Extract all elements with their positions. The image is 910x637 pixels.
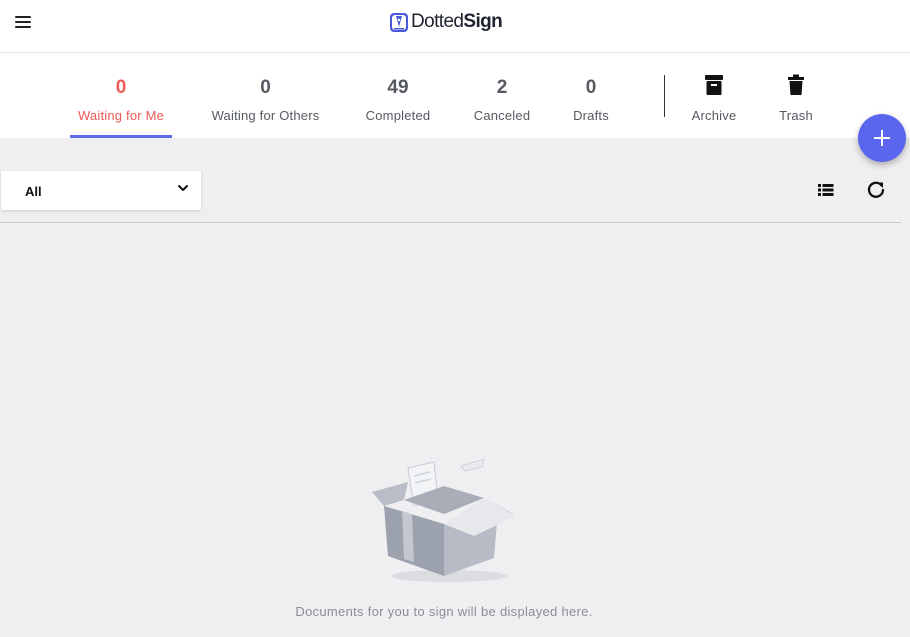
hamburger-menu-icon[interactable] [13, 14, 33, 30]
top-app-bar: DottedSign [0, 0, 910, 53]
list-divider [0, 222, 901, 223]
active-tab-indicator [70, 135, 172, 138]
tab-label: Waiting for Me [77, 108, 165, 123]
tab-waiting-for-others[interactable]: 0 Waiting for Others [200, 53, 331, 138]
folder-trash[interactable]: Trash [772, 53, 820, 138]
empty-state-message: Documents for you to sign will be displa… [295, 604, 593, 619]
folder-archive[interactable]: Archive [684, 53, 744, 138]
tabs-divider [664, 75, 665, 117]
logo-text: DottedSign [411, 11, 503, 33]
filter-value: All [25, 184, 42, 199]
chevron-down-icon [178, 185, 188, 191]
logo-text-dotted: Dotted [411, 11, 464, 32]
tab-waiting-for-me[interactable]: 0 Waiting for Me [70, 53, 172, 138]
folder-label: Archive [691, 108, 737, 123]
tab-count: 0 [585, 77, 597, 98]
refresh-icon[interactable] [865, 179, 887, 201]
trash-can-icon [788, 74, 804, 95]
filter-dropdown[interactable]: All [1, 171, 201, 210]
tab-completed[interactable]: 49 Completed [358, 53, 438, 138]
list-view-icon[interactable] [815, 179, 837, 201]
tab-count: 49 [387, 77, 409, 98]
create-document-button[interactable] [858, 114, 906, 162]
tab-count: 0 [115, 77, 127, 98]
tab-label: Canceled [473, 108, 531, 123]
open-box-illustration [372, 458, 516, 582]
folder-label: Trash [779, 108, 813, 123]
tab-count: 0 [260, 77, 271, 98]
tab-label: Waiting for Others [211, 108, 320, 123]
tab-count: 2 [496, 77, 508, 98]
tab-drafts[interactable]: 0 Drafts [564, 53, 618, 138]
tab-label: Completed [365, 108, 431, 123]
archive-box-icon [705, 75, 723, 95]
tab-label: Drafts [573, 108, 609, 123]
logo-text-sign: Sign [463, 11, 503, 32]
tab-canceled[interactable]: 2 Canceled [466, 53, 538, 138]
status-tabs-bar: 0 Waiting for Me 0 Waiting for Others 49… [0, 53, 910, 138]
logo-mark-icon [390, 12, 408, 32]
app-logo[interactable]: DottedSign [389, 10, 503, 34]
plus-icon-vertical [881, 130, 883, 146]
